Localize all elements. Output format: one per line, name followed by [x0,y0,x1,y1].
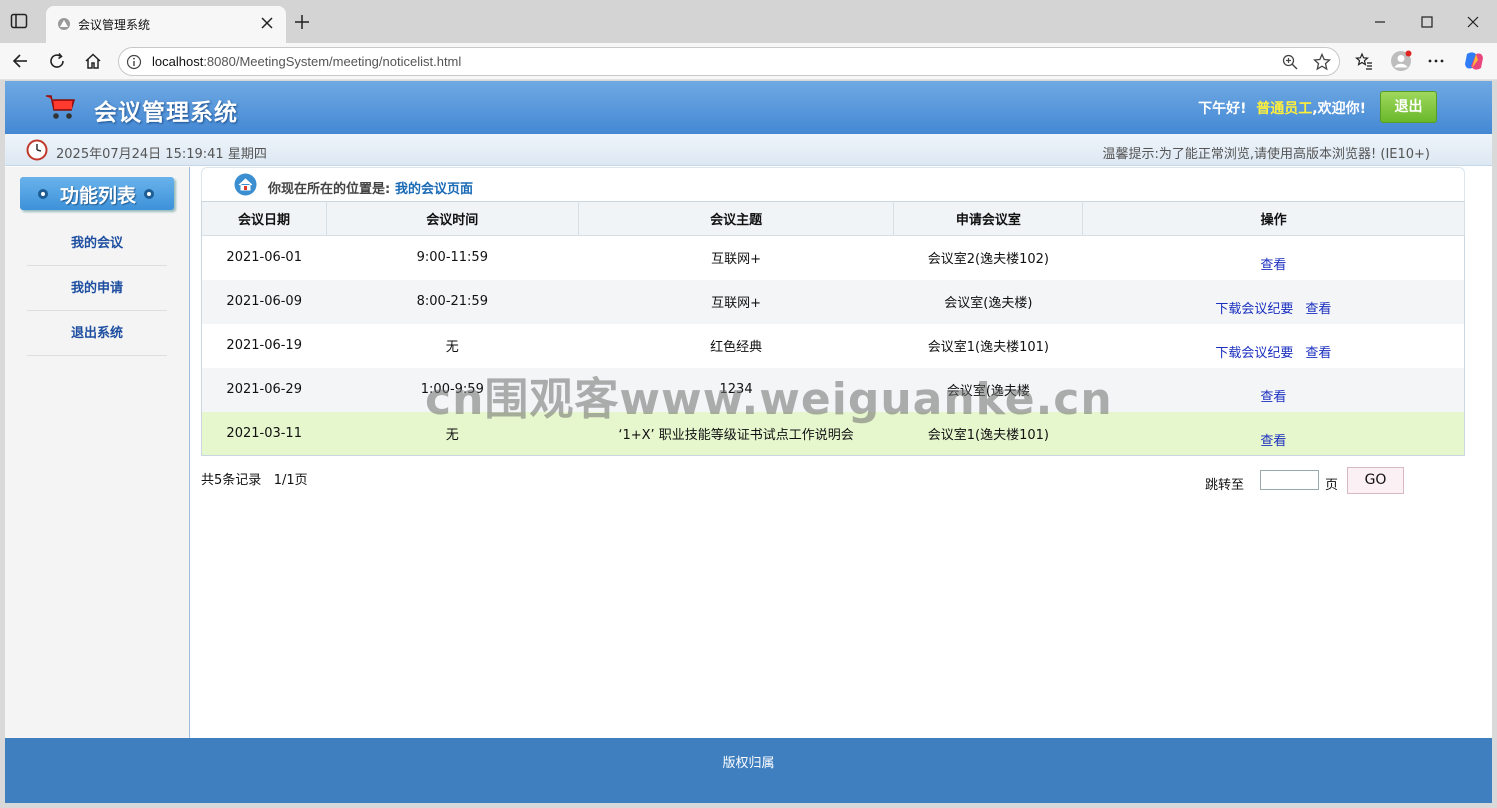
page-count: 1/1页 [273,473,308,488]
more-menu-icon[interactable] [1427,52,1445,70]
row-actions: 下载会议纪要 查看 [1082,279,1465,324]
url-host: localhost [152,54,204,69]
view-link[interactable]: 查看 [1305,302,1331,317]
sidebar-item-my-applications[interactable]: 我的申请 [27,266,167,311]
view-link[interactable]: 查看 [1260,390,1286,405]
meeting-room: 会议室1(逸夫楼101) [893,323,1083,368]
pagination-info: 共5条记录 1/1页 [201,469,308,488]
column-header: 会议日期 [201,201,327,236]
download-minutes-link[interactable]: 下载会议纪要 [1215,302,1293,317]
sidebar-item-exit-system[interactable]: 退出系统 [27,311,167,356]
browser-toolbar: localhost:8080/MeetingSystem/meeting/not… [0,43,1497,80]
meeting-room: 会议室(逸夫楼) [893,279,1083,324]
browser-tab[interactable]: 会议管理系统 [46,6,286,43]
minimize-icon[interactable] [1372,14,1388,30]
home-icon[interactable] [84,52,102,70]
column-header: 会议时间 [326,201,579,236]
column-header: 申请会议室 [893,201,1084,236]
shopping-cart-icon [46,95,76,119]
window-close-icon[interactable] [1465,14,1481,30]
favicon-icon [58,18,70,30]
meeting-date: 2021-06-29 [201,367,327,412]
app-title: 会议管理系统 [94,100,238,126]
bullet-icon [144,189,154,199]
copilot-icon[interactable] [1463,50,1485,72]
footer: 版权归属 [5,738,1492,803]
sidebar-toggle-icon[interactable] [10,12,28,30]
row-actions: 查看 [1082,235,1465,280]
meeting-room: 会议室2(逸夫楼102) [893,235,1083,280]
view-link[interactable]: 查看 [1260,434,1286,449]
row-actions: 查看 [1082,367,1465,412]
meeting-time: 8:00-21:59 [326,279,579,324]
user-greeting: 下午好! 普通员工,欢迎你! [1198,98,1366,118]
app-header: 会议管理系统 下午好! 普通员工,欢迎你! 退出 [5,81,1492,134]
meeting-time: 9:00-11:59 [326,235,579,280]
go-button[interactable]: GO [1347,467,1404,494]
table-row: 2021-06-01 9:00-11:59 互联网+ 会议室2(逸夫楼102) … [201,235,1465,280]
favorite-star-icon[interactable] [1313,53,1331,71]
welcome-text: ,欢迎你! [1312,101,1366,117]
greeting-text: 下午好! [1198,101,1247,117]
bullet-icon [38,189,48,199]
jump-page-input[interactable] [1260,470,1319,490]
tab-title: 会议管理系统 [78,18,151,32]
info-bar: 2025年07月24日 15:19:41 星期四 温馨提示:为了能正常浏览,请使… [5,134,1492,166]
meeting-date: 2021-06-01 [201,235,327,280]
browser-tabbar: 会议管理系统 [0,0,1497,43]
info-icon[interactable] [126,54,142,70]
address-bar[interactable]: localhost:8080/MeetingSystem/meeting/not… [118,47,1340,76]
view-link[interactable]: 查看 [1305,346,1331,361]
url-text[interactable]: localhost:8080/MeetingSystem/meeting/not… [152,54,461,69]
function-list-header: 功能列表 [20,177,174,210]
favorites-list-icon[interactable] [1355,52,1373,70]
row-actions: 下载会议纪要 查看 [1082,323,1465,368]
meeting-time: 无 [326,323,579,368]
back-icon[interactable] [11,52,29,70]
home-location-icon [234,173,257,196]
function-list-title: 功能列表 [60,185,137,207]
profile-avatar-icon[interactable] [1390,50,1412,72]
meeting-date: 2021-06-09 [201,279,327,324]
column-header: 操作 [1082,201,1465,236]
zoom-icon[interactable] [1282,54,1298,70]
web-page: 会议管理系统 下午好! 普通员工,欢迎你! 退出 2025年07月24日 15:… [5,81,1492,803]
location-current[interactable]: 我的会议页面 [395,178,473,197]
copyright-text: 版权归属 [722,756,775,771]
column-header: 会议主题 [578,201,895,236]
maximize-icon[interactable] [1419,14,1435,30]
url-path: :8080/MeetingSystem/meeting/noticelist.h… [203,54,462,69]
meeting-topic: 互联网+ [578,279,894,324]
meeting-date: 2021-06-19 [201,323,327,368]
page-unit-label: 页 [1325,478,1339,493]
table-row: 2021-06-09 8:00-21:59 互联网+ 会议室(逸夫楼) 下载会议… [201,279,1465,324]
meeting-topic: 互联网+ [578,235,894,280]
location-label: 你现在所在的位置是: [268,182,391,197]
table-header-row: 会议日期 会议时间 会议主题 申请会议室 操作 [201,201,1465,236]
refresh-icon[interactable] [48,52,66,70]
user-role: 普通员工 [1256,101,1313,117]
download-minutes-link[interactable]: 下载会议纪要 [1215,346,1293,361]
sidebar: 功能列表 我的会议 我的申请 退出系统 [5,167,190,738]
view-link[interactable]: 查看 [1260,258,1286,273]
new-tab-icon[interactable] [294,14,310,30]
close-tab-icon[interactable] [260,16,274,30]
sidebar-item-my-meetings[interactable]: 我的会议 [27,221,167,266]
current-datetime: 2025年07月24日 15:19:41 星期四 [56,147,267,162]
total-records: 共5条记录 [201,473,262,488]
meeting-topic: 红色经典 [578,323,894,368]
location-bar: 你现在所在的位置是: 我的会议页面 [201,167,1465,201]
watermark: cn围观客www.weiguanke.cn [425,374,1113,425]
clock-icon [26,139,48,161]
row-actions: 查看 [1082,411,1465,456]
browser-tip: 温馨提示:为了能正常浏览,请使用高版本浏览器! (IE10+) [1102,147,1430,162]
logout-button[interactable]: 退出 [1380,91,1437,123]
jump-to-label: 跳转至 [1205,478,1245,493]
table-row: 2021-06-19 无 红色经典 会议室1(逸夫楼101) 下载会议纪要 查看 [201,323,1465,368]
meeting-date: 2021-03-11 [201,411,327,456]
